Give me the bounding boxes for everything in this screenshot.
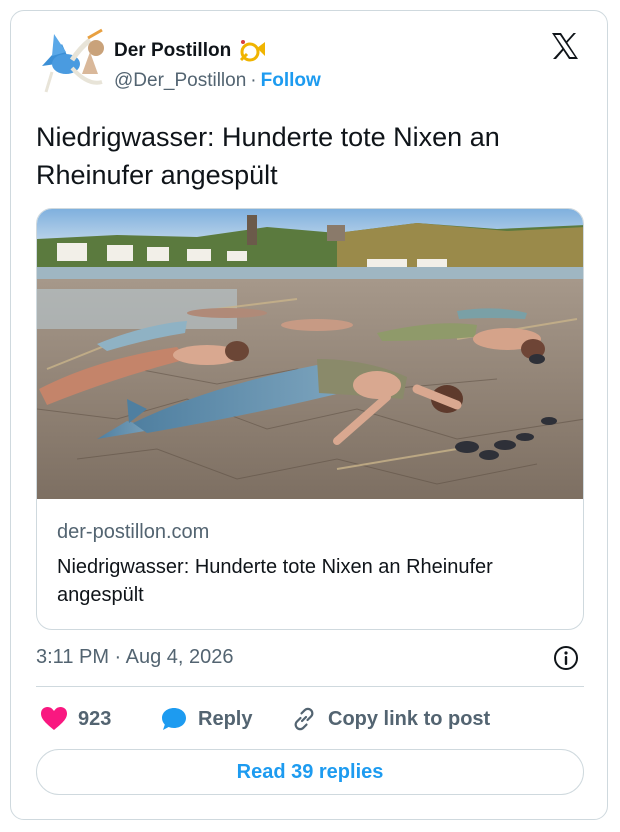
x-logo-icon[interactable] (549, 30, 581, 62)
divider (36, 686, 584, 687)
post-horn-icon (240, 40, 266, 62)
heart-icon (41, 707, 67, 730)
link-preview-image (37, 209, 583, 499)
link-preview-card[interactable]: der-postillon.com Niedrigwasser: Hundert… (36, 208, 584, 630)
follow-link[interactable]: Follow (261, 70, 321, 91)
copy-link-label: Copy link to post (328, 707, 491, 730)
reply-label: Reply (198, 707, 253, 730)
post-timestamp[interactable]: 3:11 PM · Aug 4, 2026 (36, 646, 234, 669)
reply-button[interactable]: Reply (160, 704, 252, 734)
stork-avatar-icon[interactable] (32, 26, 108, 96)
link-domain: der-postillon.com (57, 521, 210, 543)
reply-bubble-icon (162, 708, 186, 730)
post-text: Niedrigwasser: Hunderte tote Nixen an Rh… (36, 122, 500, 190)
like-button[interactable]: 923 (40, 704, 111, 734)
separator-dot: · (250, 70, 257, 91)
author-handle-row: @Der_Postillon · Follow (114, 70, 321, 92)
author-handle[interactable]: @Der_Postillon (114, 70, 246, 91)
link-icon (294, 707, 314, 731)
link-title: Niedrigwasser: Hunderte tote Nixen an Rh… (57, 556, 493, 606)
info-icon[interactable] (553, 645, 579, 671)
author-name[interactable]: Der Postillon (114, 40, 231, 62)
copy-link-button[interactable]: Copy link to post (290, 704, 490, 734)
read-replies-button[interactable]: Read 39 replies (36, 749, 584, 795)
like-count: 923 (78, 707, 112, 730)
author-name-row: Der Postillon (114, 38, 267, 64)
